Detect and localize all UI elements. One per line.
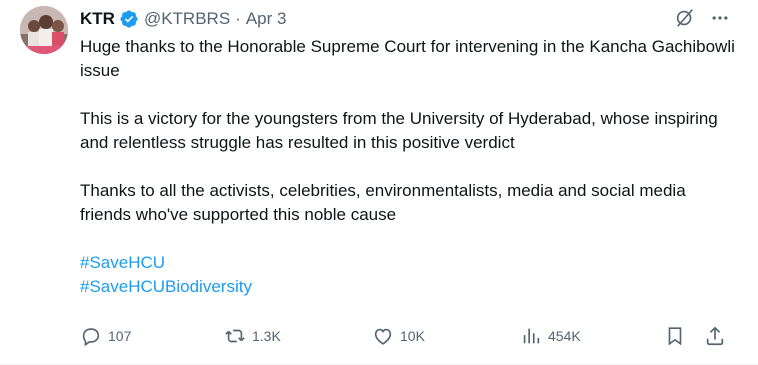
tweet-header: KTR @KTRBRS · Apr 3 [80, 7, 286, 31]
author-handle[interactable]: @KTRBRS [144, 9, 230, 29]
like-button[interactable]: 10K [372, 322, 425, 350]
views-icon [523, 328, 540, 344]
separator-dot: · [235, 9, 241, 28]
share-icon [706, 326, 724, 346]
tweet-paragraph: Thanks to all the activists, celebrities… [80, 181, 686, 224]
avatar-image [20, 6, 68, 54]
reply-button[interactable]: 107 [80, 322, 131, 350]
tweet-text: Huge thanks to the Honorable Supreme Cou… [80, 35, 740, 299]
views-button[interactable]: 454K [520, 322, 581, 350]
views-count: 454K [548, 328, 581, 344]
like-icon [374, 328, 392, 345]
reply-icon [82, 328, 100, 347]
repost-icon [225, 329, 245, 343]
grok-icon[interactable] [674, 7, 696, 29]
tweet[interactable]: KTR @KTRBRS · Apr 3 Huge thanks to the H… [0, 0, 758, 365]
repost-button[interactable]: 1.3K [224, 322, 281, 350]
bookmark-icon [668, 327, 682, 346]
more-icon[interactable] [710, 8, 730, 28]
tweet-paragraph: This is a victory for the youngsters fro… [80, 109, 718, 152]
repost-count: 1.3K [252, 328, 281, 344]
tweet-paragraph: Huge thanks to the Honorable Supreme Cou… [80, 37, 735, 80]
like-count: 10K [400, 328, 425, 344]
author-name[interactable]: KTR [80, 9, 115, 29]
action-bar: 107 1.3K 10K 454K [80, 322, 740, 350]
bookmark-button[interactable] [664, 322, 686, 350]
hashtag-link[interactable]: #SaveHCU [80, 251, 740, 275]
share-button[interactable] [704, 322, 726, 350]
tweet-date[interactable]: Apr 3 [246, 9, 287, 29]
top-actions [674, 7, 730, 29]
reply-count: 107 [108, 328, 132, 344]
avatar[interactable] [20, 6, 68, 54]
verified-badge-icon[interactable] [119, 9, 139, 29]
hashtag-link[interactable]: #SaveHCUBiodiversity [80, 275, 740, 299]
